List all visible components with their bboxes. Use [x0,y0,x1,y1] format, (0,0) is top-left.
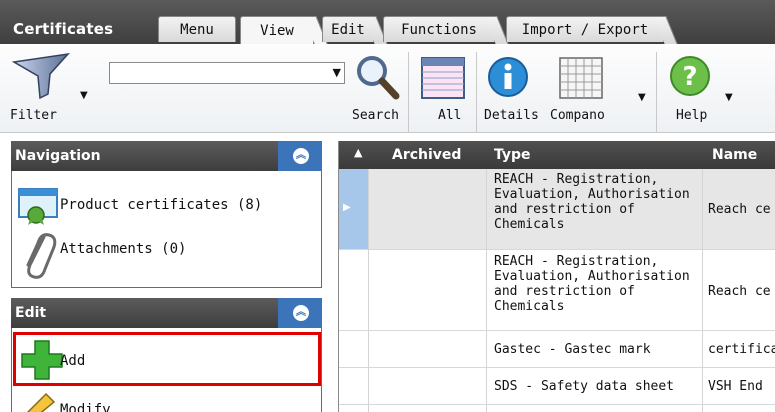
row-selector[interactable]: ▶ [338,169,368,249]
grid-header: ▲ Archived Type Name [338,141,775,169]
filter-label: Filter [10,108,57,123]
navigation-panel-header: Navigation ︽ [11,141,322,171]
all-label: All [438,108,462,123]
navigation-collapse-area[interactable]: ︽ [278,141,322,171]
cell-type: REACH - Registration, Evaluation, Authori… [494,254,690,314]
add-label: Add [60,353,86,369]
svg-text:?: ? [682,62,697,92]
nav-item-label: Attachments (0) [60,241,187,257]
column-name[interactable]: Name [712,147,757,163]
compano-grid-icon[interactable] [558,56,606,100]
details-label: Details [484,108,539,123]
sort-ascending-icon[interactable]: ▲ [354,146,362,159]
table-row[interactable]: REACH - Registration, Evaluation, Authori… [338,250,775,331]
search-icon[interactable] [352,52,402,102]
tab-view-label: View [260,22,294,39]
compano-dropdown-icon[interactable]: ▼ [638,92,646,103]
all-grid-icon[interactable] [420,56,468,100]
table-row[interactable] [338,405,775,412]
navigation-panel: Product certificates (8) Attachments (0) [11,171,322,288]
modify-button[interactable]: Modify [12,390,321,412]
navigation-title: Navigation [15,148,101,164]
collapse-icon[interactable]: ︽ [293,305,309,321]
toolbar-divider [656,52,657,132]
cell-type: SDS - Safety data sheet [494,379,675,394]
table-row[interactable]: ▶ REACH - Registration, Evaluation, Autho… [338,169,775,250]
info-icon[interactable] [485,54,531,100]
chevron-down-icon[interactable]: ▼ [333,67,341,79]
paperclip-icon [26,233,57,279]
cell-name: Reach ce [708,202,771,217]
grid-divider [368,169,369,412]
nav-item-label: Product certificates (8) [60,197,263,213]
grid-divider [702,169,703,412]
tab-view[interactable]: View [240,16,328,44]
table-row[interactable]: Gastec - Gastec mark certificat [338,331,775,368]
tab-edit[interactable]: Edit [322,16,388,44]
tab-import-export[interactable]: Import / Export [506,16,678,44]
toolbar-divider [476,52,477,132]
column-archived[interactable]: Archived [392,147,461,163]
nav-item-attachments[interactable]: Attachments (0) [12,233,321,283]
modify-label: Modify [60,402,111,412]
column-type[interactable]: Type [494,147,531,163]
toolbar-divider [408,52,409,132]
tab-import-export-label: Import / Export [521,21,649,38]
nav-item-product-certificates[interactable]: Product certificates (8) [12,181,321,231]
add-button[interactable]: Add [13,332,321,386]
row-pointer-icon: ▶ [343,202,351,213]
grid-divider [486,169,487,412]
app-title: Certificates [13,20,114,38]
help-dropdown-icon[interactable]: ▼ [725,92,733,103]
pencil-icon [26,392,56,412]
edit-panel-header: Edit ︽ [11,298,322,328]
cell-name: VSH End [708,379,763,394]
search-label: Search [352,108,399,123]
help-label: Help [676,108,708,123]
grid-border [338,141,339,412]
filter-icon[interactable] [10,50,80,102]
cell-type: Gastec - Gastec mark [494,342,651,357]
filter-dropdown-icon[interactable]: ▼ [80,90,88,101]
cell-type: REACH - Registration, Evaluation, Authori… [494,172,690,232]
certificate-icon [18,188,58,225]
tab-edit-label: Edit [331,21,365,38]
edit-collapse-area[interactable]: ︽ [278,298,322,328]
tab-menu[interactable]: Menu [158,16,236,42]
cell-name: certificat [708,342,775,357]
edit-panel: Add Modify [11,328,322,412]
table-row[interactable]: SDS - Safety data sheet VSH End [338,368,775,405]
help-icon[interactable]: ? [668,54,714,100]
tab-functions-label: Functions [401,21,477,38]
cell-name: Reach ce [708,284,771,299]
tab-functions[interactable]: Functions [383,16,509,44]
collapse-icon[interactable]: ︽ [293,148,309,164]
tab-menu-label: Menu [180,21,214,38]
compano-label: Compano [550,108,605,123]
search-combo[interactable]: ▼ [109,62,345,84]
edit-title: Edit [15,305,47,321]
add-icon [21,340,63,380]
